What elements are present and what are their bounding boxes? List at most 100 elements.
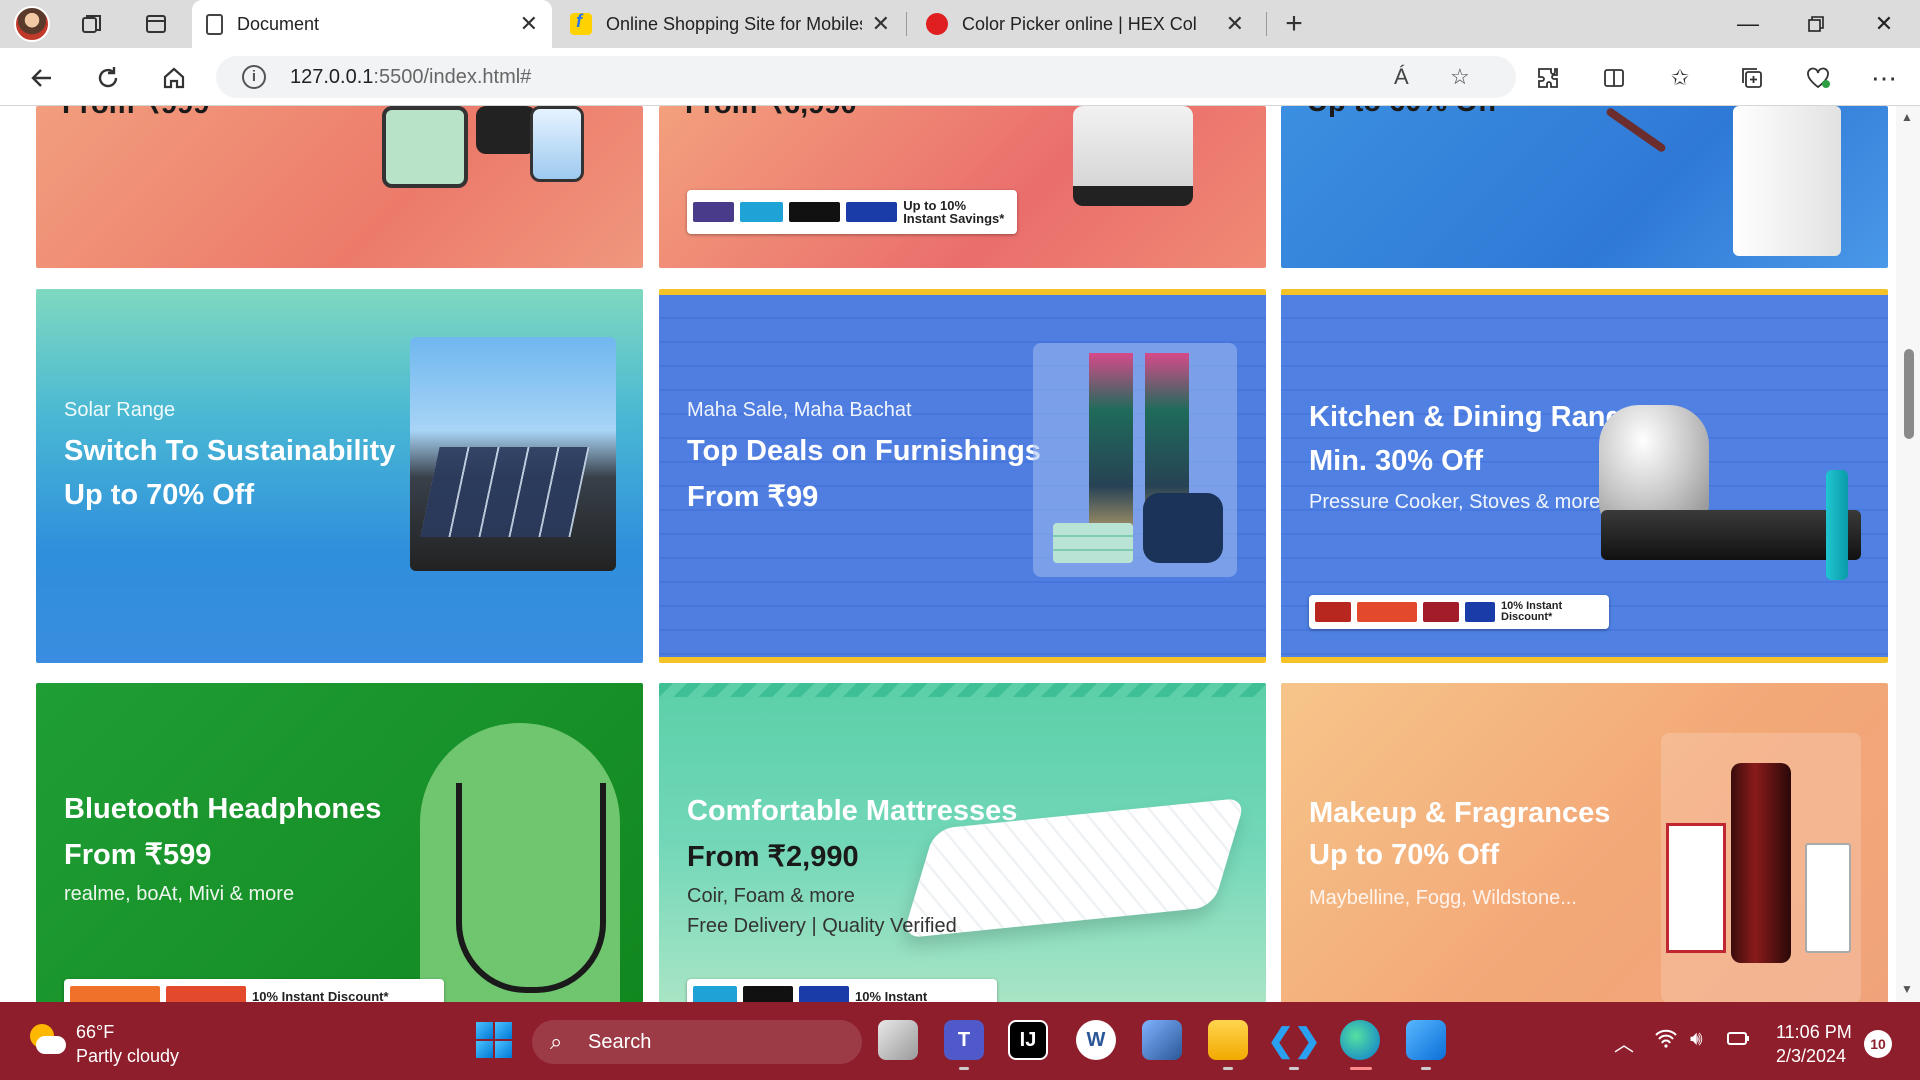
close-icon[interactable]: ✕ — [520, 11, 538, 37]
show-hidden-icons-icon[interactable]: ︿ — [1614, 1028, 1634, 1057]
banner-solar-range[interactable]: Solar Range Switch To Sustainability Up … — [36, 289, 643, 663]
word-app-icon[interactable]: W — [1076, 1020, 1116, 1060]
close-icon[interactable]: ✕ — [872, 11, 890, 37]
teams-icon[interactable]: T — [944, 1020, 984, 1070]
banner-title: Kitchen & Dining Range — [1309, 401, 1640, 433]
extensions-icon[interactable] — [1532, 62, 1564, 94]
wifi-icon[interactable] — [1654, 1028, 1678, 1054]
start-button-icon[interactable] — [476, 1022, 512, 1058]
profile-avatar[interactable] — [14, 6, 50, 42]
bank-logo — [1315, 602, 1351, 622]
close-window-button[interactable]: ✕ — [1856, 0, 1912, 48]
taskbar-search[interactable]: ⌕ Search — [532, 1020, 862, 1064]
banner-bluetooth-headphones[interactable]: Bluetooth Headphones From ₹599 realme, b… — [36, 683, 643, 1002]
bank-logo — [1357, 602, 1417, 622]
split-screen-icon[interactable] — [1598, 62, 1630, 94]
browser-essentials-icon[interactable] — [1802, 62, 1834, 94]
glass-kettle-image — [530, 106, 584, 182]
settings-more-icon[interactable]: ⋯ — [1868, 62, 1900, 94]
home-button[interactable] — [156, 60, 192, 96]
vscode-icon[interactable]: ❮❯ — [1267, 1020, 1321, 1070]
tab-separator — [906, 12, 907, 36]
battery-icon[interactable] — [1726, 1028, 1752, 1054]
weather-icon[interactable] — [26, 1020, 66, 1060]
photos-app-icon[interactable] — [1406, 1020, 1446, 1070]
scroll-down-arrow-icon[interactable]: ▼ — [1901, 982, 1913, 996]
page-viewport: From ₹999 From ₹6,990 Up to 10% Instant … — [0, 106, 1920, 1002]
fan-blade-image — [1605, 106, 1667, 154]
site-info-icon[interactable]: i — [242, 65, 266, 89]
clock-date[interactable]: 2/3/2024 — [1776, 1046, 1846, 1067]
document-icon — [206, 13, 223, 35]
refresh-button[interactable] — [90, 60, 126, 96]
restore-button[interactable] — [1788, 0, 1844, 48]
browser-tab-bar: Document ✕ Online Shopping Site for Mobi… — [0, 0, 1920, 48]
bank-logo — [166, 986, 246, 1002]
banner-subtitle: Up to 70% Off — [1309, 839, 1500, 871]
banner-pretitle: Solar Range — [64, 399, 176, 421]
bank-logo — [1423, 602, 1459, 622]
windows-taskbar: 66°F Partly cloudy ⌕ Search T IJ W ❮❯ ︿ … — [0, 1002, 1920, 1080]
tab-title: Document — [237, 13, 320, 34]
bank-logo — [693, 202, 735, 222]
favorites-icon[interactable]: ✩ — [1664, 62, 1696, 94]
pressure-cooker-image — [1599, 405, 1709, 525]
task-view-icon[interactable] — [878, 1020, 918, 1060]
scroll-up-arrow-icon[interactable]: ▲ — [1901, 110, 1913, 124]
address-bar-row: i 127.0.0.1:5500/index.html# Á ☆ ✩ ⋯ — [0, 48, 1920, 106]
banner-subtitle: From ₹99 — [687, 481, 819, 513]
tab-flipkart[interactable]: Online Shopping Site for Mobiles ✕ — [556, 0, 904, 48]
bank-logo — [846, 202, 898, 222]
banner-kitchen-appliances[interactable]: From ₹999 — [36, 106, 643, 268]
banner-pretitle: Maha Sale, Maha Bachat — [687, 399, 912, 421]
banner-makeup-fragrances[interactable]: Makeup & Fragrances Up to 70% Off Maybel… — [1281, 683, 1888, 1002]
weather-temperature[interactable]: 66°F — [76, 1022, 114, 1043]
url-field[interactable]: i 127.0.0.1:5500/index.html# Á ☆ — [216, 56, 1516, 98]
banner-furnishings[interactable]: Maha Sale, Maha Bachat Top Deals on Furn… — [659, 289, 1266, 663]
workspaces-icon[interactable] — [76, 8, 108, 40]
furnishings-image — [1033, 343, 1237, 577]
banner-subtitle: Up to 70% Off — [64, 479, 255, 511]
banner-title: From ₹999 — [62, 106, 209, 121]
intellij-icon[interactable]: IJ — [1008, 1020, 1048, 1060]
edge-browser-icon[interactable] — [1340, 1020, 1380, 1070]
banner-title: From ₹6,990 — [685, 106, 857, 121]
clock-time[interactable]: 11:06 PM — [1776, 1022, 1852, 1043]
towel-stack-image — [1053, 523, 1133, 563]
offer-text: 10% Instant Discount* — [1501, 600, 1563, 623]
air-cooler-image — [1733, 106, 1841, 256]
bank-logo — [693, 986, 737, 1002]
favorite-star-icon[interactable]: ☆ — [1450, 64, 1470, 90]
bank-logo — [799, 986, 849, 1002]
banner-washing-machines[interactable]: From ₹6,990 Up to 10% Instant Savings* — [659, 106, 1266, 268]
bank-offer-strip: 10% Instant — [687, 979, 997, 1002]
banner-subtitle: Min. 30% Off — [1309, 445, 1484, 477]
vertical-tabs-icon[interactable] — [140, 8, 172, 40]
banner-kitchen-dining[interactable]: Kitchen & Dining Range Min. 30% Off Pres… — [1281, 289, 1888, 663]
facewash-box-image — [1666, 823, 1726, 953]
file-explorer-icon[interactable] — [1208, 1020, 1248, 1070]
vertical-scrollbar[interactable]: ▲ ▼ — [1896, 106, 1920, 1002]
volume-icon[interactable]: 🔊︎ — [1690, 1028, 1703, 1051]
solar-panel-image — [410, 337, 616, 571]
read-aloud-icon[interactable]: Á — [1394, 64, 1409, 90]
banner-mattresses[interactable]: Comfortable Mattresses From ₹2,990 Coir,… — [659, 683, 1266, 1002]
collections-icon[interactable] — [1736, 62, 1768, 94]
curtain-image — [1089, 353, 1133, 543]
banner-coolers-fans[interactable]: Up to 60% Off — [1281, 106, 1888, 268]
offer-text: 10% Instant — [855, 988, 928, 1003]
new-tab-button[interactable]: + — [1278, 7, 1310, 40]
url-text: 127.0.0.1:5500/index.html# — [290, 66, 531, 89]
weather-condition[interactable]: Partly cloudy — [76, 1046, 179, 1067]
banner-description: Pressure Cooker, Stoves & more — [1309, 491, 1601, 513]
scrollbar-thumb[interactable] — [1904, 349, 1914, 439]
back-button[interactable] — [24, 60, 60, 96]
minimize-button[interactable]: ― — [1720, 0, 1776, 48]
tab-title: Color Picker online | HEX Col — [962, 13, 1197, 34]
close-icon[interactable]: ✕ — [1226, 11, 1244, 37]
notification-badge[interactable]: 10 — [1864, 1030, 1892, 1058]
remote-desktop-icon[interactable] — [1142, 1020, 1182, 1060]
banner-subtitle: From ₹2,990 — [687, 841, 859, 873]
tab-color-picker[interactable]: Color Picker online | HEX Col ✕ — [912, 0, 1258, 48]
tab-document[interactable]: Document ✕ — [192, 0, 552, 48]
